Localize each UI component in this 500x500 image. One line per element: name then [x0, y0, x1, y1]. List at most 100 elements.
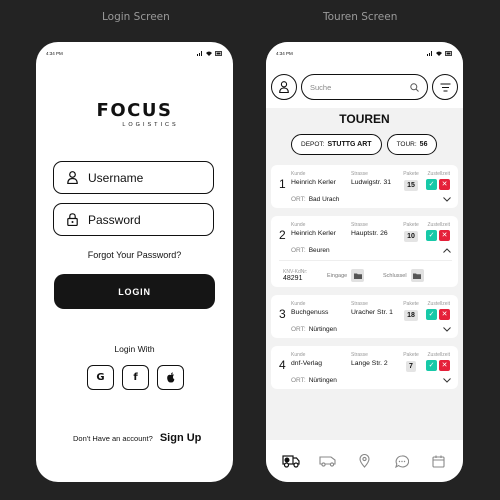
tab-map[interactable] [354, 450, 376, 472]
username-field[interactable] [53, 161, 214, 194]
status-time: 4:34 PM [46, 50, 63, 56]
signal-icon [197, 50, 202, 56]
tour-card[interactable]: 3 Kunde Buchgenuss Strasse Uracher Str. 1 … [271, 295, 458, 338]
tab-chat[interactable] [391, 450, 413, 472]
tour-top-bar [271, 73, 458, 101]
confirm-button[interactable]: ✓ [426, 309, 437, 320]
focus-logo: FOCUS LOGISTICS [36, 100, 233, 128]
kunde-label: Kunde [291, 352, 306, 358]
close-icon: ✕ [441, 310, 448, 318]
login-button[interactable]: LOGIN [54, 274, 215, 309]
chevron-down-icon[interactable] [442, 195, 452, 203]
chevron-up-icon[interactable] [442, 246, 452, 254]
username-input[interactable] [88, 170, 198, 185]
touren-phone: 4:34 PM TOUREN DEPOT: STUTTG ART TOUR: 5… [266, 42, 463, 482]
signup-row: Don't Have an account? Sign Up [73, 432, 201, 444]
check-icon: ✓ [428, 361, 435, 369]
confirm-button[interactable]: ✓ [426, 179, 437, 190]
pakete-label: Pakete [403, 171, 419, 177]
eingabe-label: Eingage [327, 272, 348, 279]
search-bar[interactable] [301, 74, 428, 100]
signup-link[interactable]: Sign Up [160, 432, 202, 444]
ort-label: ORT: [291, 376, 306, 384]
zustellzeit-label: Zustellzeit [427, 171, 450, 177]
page-title: TOUREN [339, 112, 390, 126]
user-icon [66, 171, 78, 185]
status-bar: 4:34 PM [36, 42, 233, 64]
close-icon: ✕ [441, 361, 448, 369]
reject-button[interactable]: ✕ [439, 360, 450, 371]
strasse-value: Hauptstr. 26 [351, 230, 388, 237]
calendar-icon [432, 455, 445, 468]
profile-button[interactable] [271, 74, 297, 100]
filter-icon [440, 82, 450, 92]
pakete-value: 15 [404, 180, 418, 191]
chevron-down-icon[interactable] [442, 376, 452, 384]
tour-pill[interactable]: TOUR: 56 [386, 134, 438, 155]
password-field[interactable] [53, 203, 214, 236]
depot-label: DEPOT: [301, 141, 325, 148]
pakete-value: 10 [404, 231, 418, 242]
pakete-label: Pakete [403, 301, 419, 307]
zustellzeit-label: Zustellzeit [427, 301, 450, 307]
confirm-button[interactable]: ✓ [426, 230, 437, 241]
tour-info-row: DEPOT: STUTTG ART TOUR: 56 [291, 134, 438, 155]
no-account-text: Don't Have an account? [73, 434, 153, 443]
login-with-label: Login With [114, 344, 155, 354]
reject-button[interactable]: ✕ [439, 309, 450, 320]
strasse-label: Strasse [351, 352, 368, 358]
forgot-password-link[interactable]: Forgot Your Password? [36, 250, 233, 260]
password-input[interactable] [88, 212, 198, 227]
tab-tour-time[interactable] [280, 450, 302, 472]
battery-icon [445, 50, 452, 56]
kunde-label: Kunde [291, 171, 306, 177]
pakete-value: 18 [404, 310, 418, 321]
folder-icon[interactable] [410, 269, 424, 282]
zustellzeit-label: Zustellzeit [427, 352, 450, 358]
reject-button[interactable]: ✕ [439, 179, 450, 190]
tour-list: 1 Kunde Heinrich Kerler Strasse Ludwigstr.… [271, 165, 458, 397]
kunde-value: Buchgenuss [291, 309, 329, 316]
facebook-login-button[interactable]: f [122, 365, 149, 390]
filter-button[interactable] [432, 74, 458, 100]
confirm-button[interactable]: ✓ [426, 360, 437, 371]
ort-value: Beuren [308, 246, 330, 254]
tour-card[interactable]: 1 Kunde Heinrich Kerler Strasse Ludwigstr.… [271, 165, 458, 208]
login-screen-label: Login Screen [102, 11, 170, 23]
check-icon: ✓ [428, 310, 435, 318]
tour-card-expanded[interactable]: 2 Kunde Heinrich Kerler Strasse Hauptstr. … [271, 216, 458, 287]
search-icon[interactable] [410, 82, 419, 92]
kunde-value: Heinrich Kerler [291, 179, 336, 186]
zustellzeit-label: Zustellzeit [427, 222, 450, 228]
ort-value: Nürtingen [308, 325, 337, 333]
pakete-label: Pakete [403, 222, 419, 228]
chevron-down-icon[interactable] [442, 325, 452, 333]
strasse-value: Lange Str. 2 [351, 360, 388, 367]
tour-card[interactable]: 4 Kunde dnf-Verlag Strasse Lange Str. 2 Pa… [271, 346, 458, 389]
van-icon [318, 456, 336, 467]
google-login-button[interactable]: G [87, 365, 114, 390]
facebook-icon: f [133, 372, 138, 383]
logo-sub-text: LOGISTICS [122, 122, 179, 128]
tour-label: TOUR: [396, 141, 417, 148]
folder-icon[interactable] [351, 269, 365, 282]
card-details: KNV-KdNr: 48291 Eingage Schlussel [279, 260, 452, 282]
location-pin-icon [359, 454, 370, 468]
pakete-value: 7 [406, 361, 416, 372]
search-input[interactable] [310, 82, 410, 92]
apple-login-button[interactable] [157, 365, 184, 390]
knv-value: 48291 [283, 275, 303, 282]
reject-button[interactable]: ✕ [439, 230, 450, 241]
depot-pill[interactable]: DEPOT: STUTTG ART [291, 134, 382, 155]
status-time: 4:34 PM [276, 50, 293, 56]
tab-calendar[interactable] [428, 450, 450, 472]
touren-screen-label: Touren Screen [323, 11, 398, 23]
social-login-row: G f [87, 365, 184, 390]
tab-vehicle[interactable] [317, 450, 339, 472]
kunde-label: Kunde [291, 301, 306, 307]
chat-icon [394, 454, 409, 468]
strasse-label: Strasse [351, 301, 368, 307]
login-phone: 4:34 PM FOCUS LOGISTICS Forgot Your Pass… [36, 42, 233, 482]
ort-value: Bad Urach [308, 195, 340, 203]
schlussel-label: Schlussel [383, 272, 407, 279]
